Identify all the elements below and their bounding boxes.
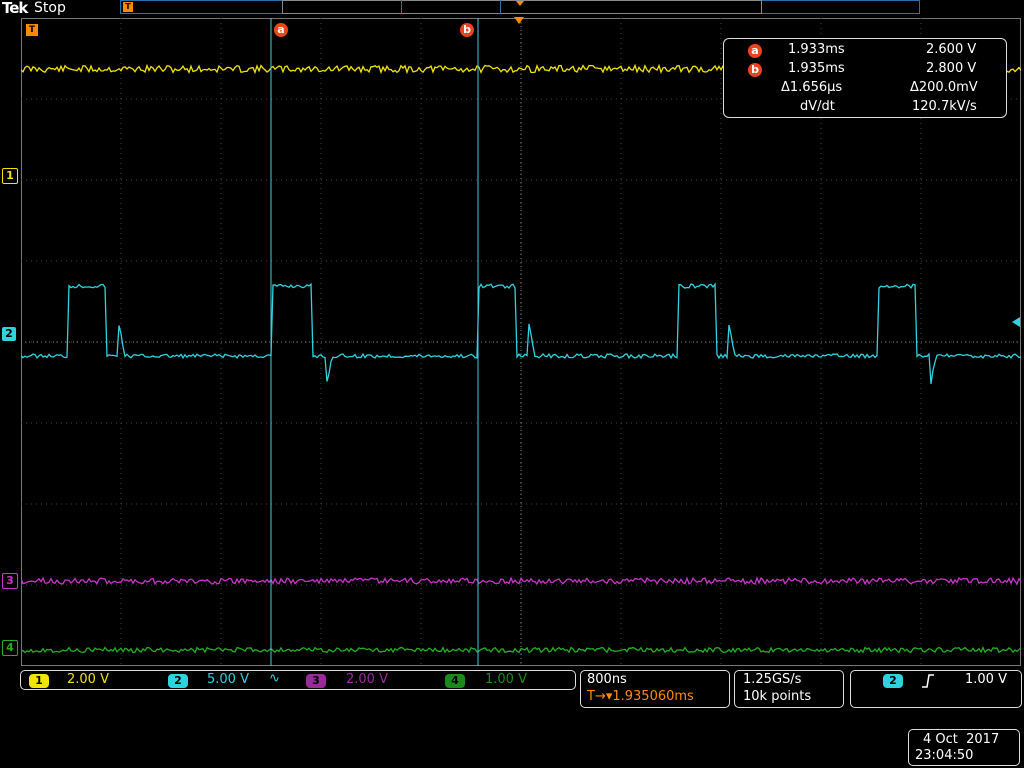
ch2-badge[interactable]: 2	[168, 674, 188, 688]
readout-b-badge: b	[748, 63, 762, 77]
ch4-scale[interactable]: 1.00 V	[485, 672, 527, 687]
channel-1-ground-marker[interactable]: 1	[2, 168, 18, 184]
cursor-delta-value: Δ200.0mV	[910, 80, 978, 95]
datetime-panel: 4 Oct 2017 23:04:50	[908, 729, 1020, 766]
overview-cursor-b	[500, 0, 501, 14]
horizontal-panel[interactable]: 800ns T→▾1.935060ms	[580, 670, 730, 708]
bandwidth-limit-icon: ∿	[269, 671, 280, 686]
trigger-time-marker-icon[interactable]: T	[26, 24, 38, 36]
cursor-b-badge[interactable]: b	[460, 23, 474, 37]
channel-2-ground-marker[interactable]: 2	[2, 327, 16, 341]
overview-cursor-a	[401, 0, 402, 14]
cursor-delta-time: Δ1.656µs	[781, 80, 843, 95]
trigger-position-icon: T	[123, 2, 133, 12]
run-state-label: Stop	[34, 0, 66, 16]
trigger-panel[interactable]: 2 1.00 V	[850, 670, 1022, 708]
channel-3-ground-marker[interactable]: 3	[2, 573, 18, 589]
trigger-position-value[interactable]: T→▾1.935060ms	[587, 689, 694, 704]
rising-edge-icon	[922, 674, 934, 688]
trigger-source-badge[interactable]: 2	[883, 674, 903, 688]
acquisition-panel[interactable]: 1.25GS/s 10k points	[734, 670, 844, 708]
ch1-badge[interactable]: 1	[29, 674, 49, 688]
ch4-badge[interactable]: 4	[445, 674, 465, 688]
trigger-point-icon[interactable]	[514, 17, 524, 24]
ch3-badge[interactable]: 3	[306, 674, 326, 688]
cursor-b-value: 2.800 V	[926, 61, 977, 76]
cursor-readout-panel: a 1.933ms 2.600 V b 1.935ms 2.800 V Δ1.6…	[723, 38, 1007, 118]
record-length: 10k points	[743, 689, 812, 704]
trigger-level-value[interactable]: 1.00 V	[965, 672, 1007, 687]
cursor-a-badge[interactable]: a	[274, 23, 288, 37]
sample-rate: 1.25GS/s	[743, 672, 802, 687]
overview-trigger-icon	[516, 1, 524, 6]
date-label: 4 Oct 2017	[923, 732, 1000, 747]
cursor-a-value: 2.600 V	[926, 42, 977, 57]
vertical-scale-bar[interactable]: 1 2.00 V 2 5.00 V ∿ 3 2.00 V 4 1.00 V	[20, 670, 576, 690]
timebase-value[interactable]: 800ns	[587, 672, 627, 687]
rate-value: 120.7kV/s	[912, 99, 977, 114]
time-label: 23:04:50	[915, 748, 974, 763]
cursor-a-time: 1.933ms	[788, 42, 845, 57]
ch3-scale[interactable]: 2.00 V	[346, 672, 388, 687]
ch2-scale[interactable]: 5.00 V	[207, 672, 249, 687]
trigger-level-icon[interactable]	[1012, 317, 1020, 327]
brand-logo: Tek	[2, 0, 28, 17]
top-status-bar: Tek Stop T	[0, 0, 1024, 18]
cursor-b-time: 1.935ms	[788, 61, 845, 76]
channel-4-ground-marker[interactable]: 4	[2, 640, 18, 656]
readout-a-badge: a	[748, 44, 762, 58]
ch1-scale[interactable]: 2.00 V	[67, 672, 109, 687]
rate-label: dV/dt	[800, 99, 835, 114]
